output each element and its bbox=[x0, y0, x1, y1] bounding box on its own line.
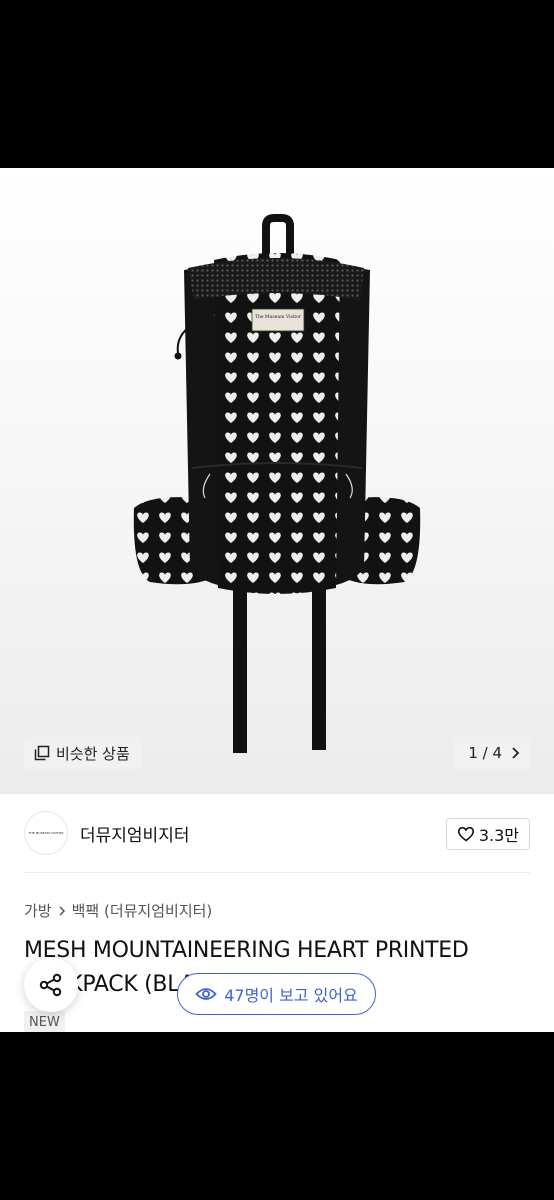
new-badge: NEW bbox=[24, 1011, 65, 1032]
chevron-right-icon bbox=[59, 905, 65, 916]
brand-logo[interactable]: THE MUSEUM VISITOR bbox=[24, 811, 68, 855]
like-button[interactable]: 3.3만 bbox=[445, 818, 530, 850]
heart-outline-icon bbox=[457, 826, 474, 842]
share-icon bbox=[39, 973, 62, 997]
share-button[interactable] bbox=[24, 958, 78, 1012]
product-screen: The Museum Visitor 비슷한 상품 1 / 4 THE MUSE… bbox=[0, 168, 554, 1032]
similar-products-label: 비슷한 상품 bbox=[56, 744, 130, 763]
product-image-backpack: The Museum Visitor bbox=[133, 214, 421, 753]
similar-products-button[interactable]: 비슷한 상품 bbox=[24, 737, 142, 769]
copy-icon bbox=[34, 745, 50, 761]
brand-logo-text: THE MUSEUM VISITOR bbox=[28, 831, 64, 835]
viewers-text: 47명이 보고 있어요 bbox=[224, 986, 358, 1005]
divider bbox=[24, 872, 530, 873]
breadcrumb-category[interactable]: 가방 bbox=[24, 900, 52, 921]
brand-name[interactable]: 더뮤지엄비지터 bbox=[80, 821, 189, 846]
viewers-indicator: 47명이 보고 있어요 bbox=[177, 973, 376, 1015]
image-page-counter[interactable]: 1 / 4 bbox=[454, 737, 530, 769]
like-count: 3.3만 bbox=[478, 826, 519, 845]
page-indicator-text: 1 / 4 bbox=[468, 744, 502, 762]
brand-row: THE MUSEUM VISITOR 더뮤지엄비지터 3.3만 bbox=[0, 794, 554, 872]
breadcrumb: 가방 백팩 (더뮤지엄비지터) bbox=[24, 900, 212, 921]
breadcrumb-subcategory[interactable]: 백팩 (더뮤지엄비지터) bbox=[72, 900, 213, 921]
product-image-carousel[interactable]: The Museum Visitor 비슷한 상품 1 / 4 bbox=[0, 168, 554, 793]
label-patch-text: The Museum Visitor bbox=[255, 314, 302, 320]
eye-icon bbox=[195, 988, 217, 1000]
chevron-right-icon bbox=[512, 747, 520, 759]
